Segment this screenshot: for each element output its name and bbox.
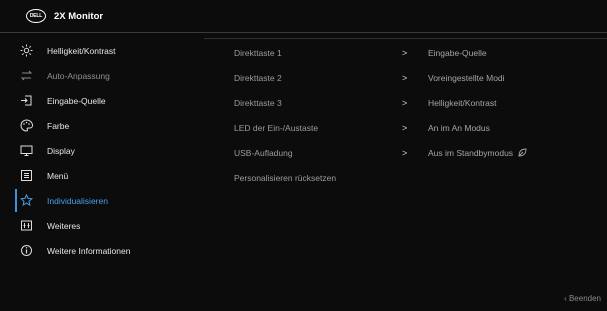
option-label: LED der Ein-/Austaste [234,122,319,133]
menu-item-label: Eingabe-Quelle [47,95,106,106]
logo-text: DELL [29,13,43,19]
main-menu: Helligkeit/Kontrast Auto-Anpassung Einga… [14,38,204,278]
option-label: Direkttaste 2 [234,72,282,83]
star-icon [19,194,33,208]
option-reset-personalization[interactable]: Personalisieren rücksetzen [234,165,604,190]
osd-header: DELL 2X Monitor [0,0,607,33]
info-icon [19,244,33,258]
menu-icon [19,169,33,183]
menu-item-label: Display [47,145,75,156]
input-source-icon [19,94,33,108]
option-label: Direkttaste 1 [234,47,282,58]
monitor-osd: DELL 2X Monitor Helligkeit/Kontrast Auto… [0,0,607,311]
menu-item-menu[interactable]: Menü [14,163,204,188]
menu-item-label: Weitere Informationen [47,245,131,256]
menu-item-label: Individualisieren [47,195,108,206]
option-value-text: Aus im Standbymodus [428,147,514,158]
menu-item-input-source[interactable]: Eingabe-Quelle [14,88,204,113]
option-usb-charging[interactable]: USB-Aufladung > Aus im Standbymodus [234,140,604,165]
menu-item-label: Farbe [47,120,70,131]
menu-item-color[interactable]: Farbe [14,113,204,138]
option-label: USB-Aufladung [234,147,293,158]
option-value: Voreingestellte Modi [428,72,505,83]
option-label: Direkttaste 3 [234,97,282,108]
dell-logo: DELL [26,9,46,23]
menu-item-auto-adjust[interactable]: Auto-Anpassung [14,63,204,88]
chevron-right-icon: > [402,72,408,83]
chevron-right-icon: > [402,47,408,58]
monitor-model: 2X Monitor [54,10,104,22]
menu-item-label: Helligkeit/Kontrast [47,45,116,56]
menu-item-others[interactable]: Weiteres [14,213,204,238]
option-value: Aus im Standbymodus [428,148,527,158]
brightness-icon [19,44,33,58]
menu-item-display[interactable]: Display [14,138,204,163]
option-value: Helligkeit/Kontrast [428,97,497,108]
color-palette-icon [19,119,33,133]
menu-item-label: Auto-Anpassung [47,70,110,81]
option-value: An im An Modus [428,122,490,133]
menu-item-label: Weiteres [47,220,81,231]
option-shortcut-key-3[interactable]: Direkttaste 3 > Helligkeit/Kontrast [234,90,604,115]
option-value: Eingabe-Quelle [428,47,487,58]
menu-item-more-info[interactable]: Weitere Informationen [14,238,204,263]
chevron-right-icon: > [402,97,408,108]
leaf-icon [518,148,527,156]
menu-item-personalize[interactable]: Individualisieren [14,188,204,213]
option-shortcut-key-2[interactable]: Direkttaste 2 > Voreingestellte Modi [234,65,604,90]
auto-adjust-icon [19,69,33,83]
others-icon [19,219,33,233]
chevron-right-icon: > [402,147,408,158]
chevron-right-icon: > [402,122,408,133]
option-label: Personalisieren rücksetzen [234,172,337,183]
option-power-button-led[interactable]: LED der Ein-/Austaste > An im An Modus [234,115,604,140]
exit-button[interactable]: ‹ Beenden [564,294,601,303]
menu-item-brightness-contrast[interactable]: Helligkeit/Kontrast [14,38,204,63]
menu-item-label: Menü [47,170,69,181]
display-icon [19,144,33,158]
option-shortcut-key-1[interactable]: Direkttaste 1 > Eingabe-Quelle [234,40,604,65]
content-divider [204,38,607,39]
